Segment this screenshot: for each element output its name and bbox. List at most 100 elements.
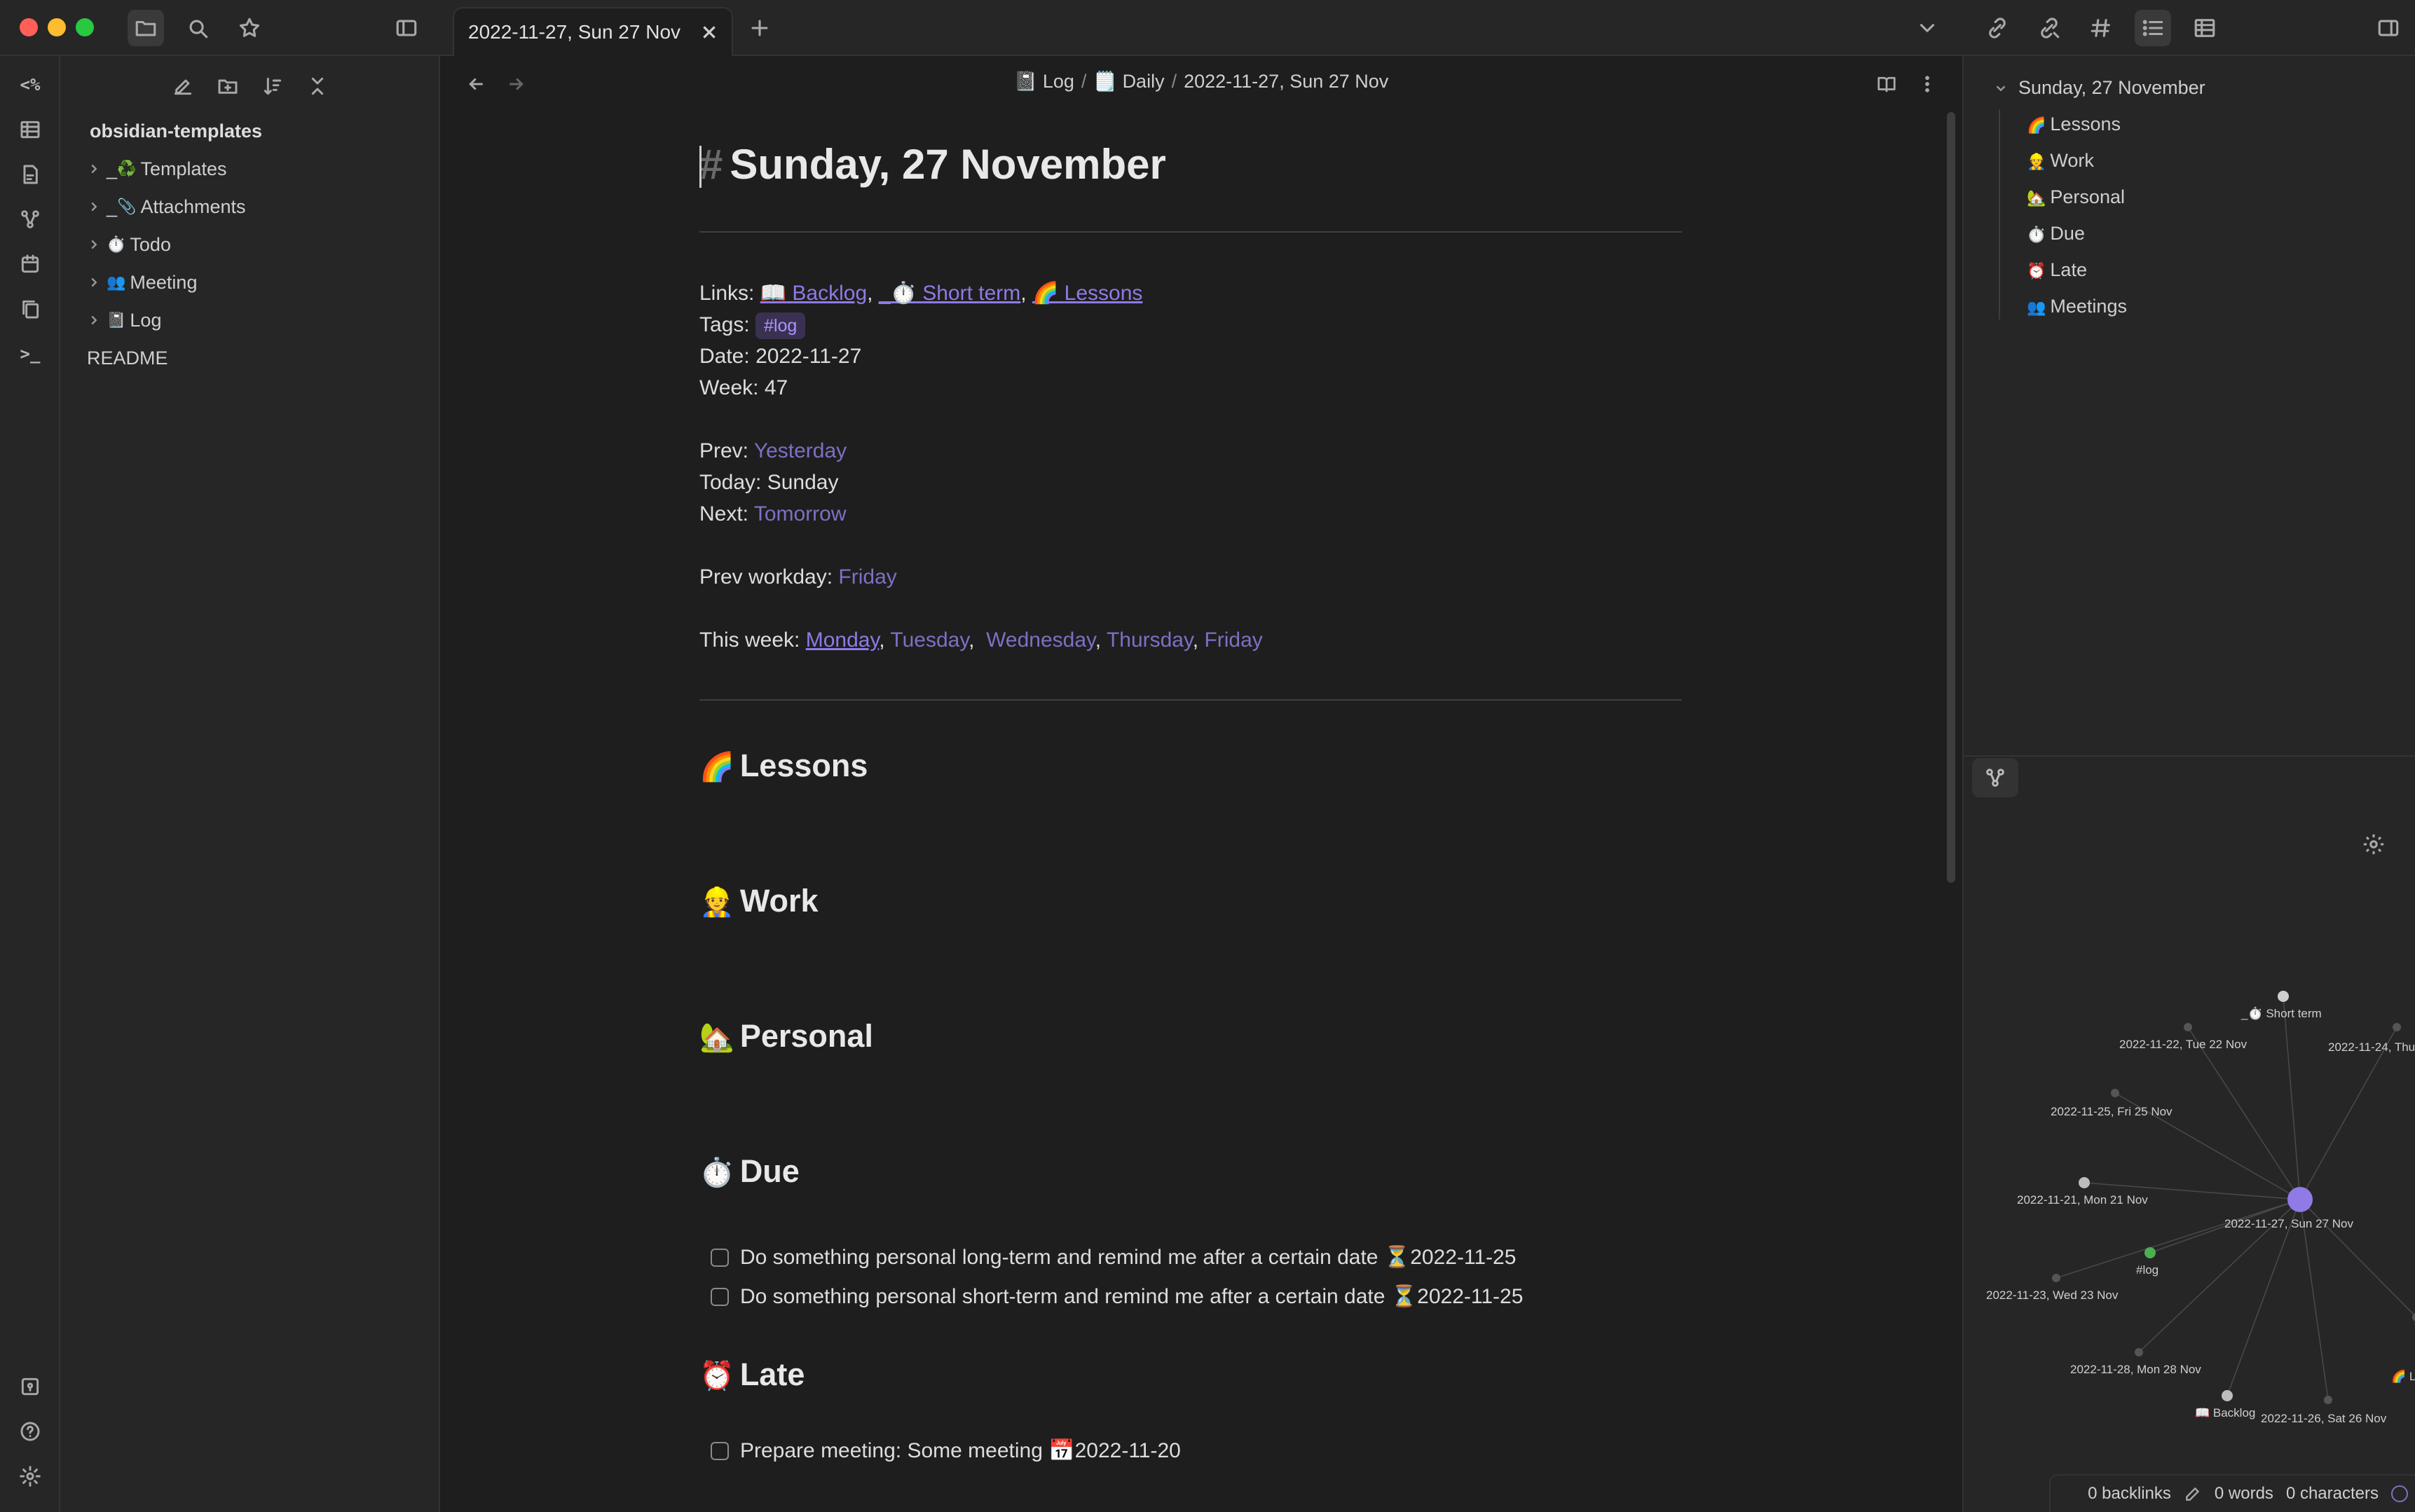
folder-todo[interactable]: ⏱️ Todo bbox=[81, 227, 418, 262]
link-friday[interactable]: Friday bbox=[1204, 628, 1262, 652]
editor-scrollbar[interactable] bbox=[1947, 112, 1955, 883]
toggle-right-sidebar-icon[interactable] bbox=[2370, 10, 2407, 46]
link-short-term[interactable]: _⏱️ Short term bbox=[879, 282, 1020, 305]
new-note-icon[interactable] bbox=[165, 69, 200, 104]
outgoing-links-icon[interactable] bbox=[2031, 10, 2067, 46]
database-table-icon[interactable] bbox=[13, 112, 48, 147]
graph-tag-node[interactable] bbox=[2144, 1247, 2156, 1258]
link-backlog[interactable]: 📖 Backlog bbox=[760, 282, 867, 305]
file-label: README bbox=[87, 347, 168, 369]
new-folder-icon[interactable] bbox=[210, 69, 245, 104]
file-readme[interactable]: README bbox=[81, 341, 418, 376]
minimize-window-button[interactable] bbox=[48, 18, 66, 36]
collapse-all-icon[interactable] bbox=[300, 69, 335, 104]
close-window-button[interactable] bbox=[20, 18, 38, 36]
backlinks-icon[interactable] bbox=[1979, 10, 2016, 46]
this-week-label: This week: bbox=[699, 628, 800, 652]
sync-status-icon[interactable] bbox=[2391, 1485, 2408, 1502]
tag-log[interactable]: #log bbox=[755, 312, 806, 339]
table-icon[interactable] bbox=[2187, 10, 2223, 46]
toggle-left-sidebar-icon[interactable] bbox=[388, 10, 425, 46]
graph-canvas[interactable]: _⏱️ Short term 2022-11-22, Tue 22 Nov 20… bbox=[1964, 869, 2415, 1443]
calendar-icon: 📅 bbox=[1048, 1439, 1075, 1462]
note-title: # Sunday, 27 November bbox=[699, 126, 1682, 203]
folder-templates[interactable]: _ ♻️ Templates bbox=[81, 151, 418, 186]
graph-node[interactable] bbox=[2111, 1089, 2119, 1097]
breadcrumb-current[interactable]: 2022-11-27, Sun 27 Nov bbox=[1184, 71, 1388, 92]
link-prev-workday[interactable]: Friday bbox=[838, 565, 896, 589]
graph-node[interactable] bbox=[2412, 1313, 2415, 1321]
bookmark-star-icon[interactable] bbox=[231, 10, 268, 46]
link-lessons[interactable]: 🌈 Lessons bbox=[1032, 282, 1142, 305]
outline-item-late[interactable]: ⏰ Late bbox=[2027, 259, 2087, 281]
reading-view-book-icon[interactable] bbox=[1870, 67, 1903, 101]
note-content[interactable]: # Sunday, 27 November Links: 📖 Backlog, _… bbox=[699, 126, 1682, 1471]
breadcrumb-daily[interactable]: 🗒️ Daily bbox=[1093, 71, 1164, 92]
search-icon[interactable] bbox=[179, 10, 216, 46]
calendar-icon[interactable] bbox=[13, 247, 48, 282]
backlinks-count[interactable]: 0 backlinks bbox=[2088, 1484, 2171, 1504]
chevron-down-icon bbox=[1996, 85, 2006, 91]
graph-node[interactable] bbox=[2278, 991, 2289, 1002]
folder-log[interactable]: 📓 Log bbox=[81, 303, 418, 338]
text-cursor bbox=[699, 146, 702, 188]
today-line: Today: Sunday bbox=[699, 467, 1682, 498]
folder-meeting[interactable]: 👥 Meeting bbox=[81, 265, 418, 300]
prev-workday-line: Prev workday: Friday bbox=[699, 561, 1682, 593]
pane-divider[interactable] bbox=[1964, 755, 2415, 757]
outline-heading[interactable]: Sunday, 27 November bbox=[1993, 77, 2205, 99]
settings-gear-icon[interactable] bbox=[13, 1459, 48, 1494]
tags-hash-icon[interactable] bbox=[2083, 10, 2119, 46]
link-yesterday[interactable]: Yesterday bbox=[754, 439, 847, 462]
tags-line: Tags: #log bbox=[699, 309, 1682, 341]
outline-item-lessons[interactable]: 🌈 Lessons bbox=[2027, 114, 2121, 135]
task-checkbox[interactable] bbox=[711, 1249, 729, 1267]
prev-workday-label: Prev workday: bbox=[699, 565, 833, 589]
files-icon[interactable] bbox=[128, 10, 164, 46]
copy-pages-icon[interactable] bbox=[13, 291, 48, 327]
breadcrumb-log[interactable]: 📓 Log bbox=[1014, 71, 1074, 92]
outline-list-icon[interactable] bbox=[2135, 10, 2171, 46]
graph-node[interactable] bbox=[2393, 1023, 2401, 1031]
outline-item-meetings[interactable]: 👥 Meetings bbox=[2027, 296, 2127, 317]
outline-item-due[interactable]: ⏱️ Due bbox=[2027, 223, 2085, 245]
graph-node[interactable] bbox=[2222, 1390, 2233, 1401]
link-wednesday[interactable]: Wednesday bbox=[986, 628, 1095, 652]
graph-node[interactable] bbox=[2184, 1023, 2192, 1031]
outline-item-personal[interactable]: 🏡 Personal bbox=[2027, 186, 2125, 208]
terminal-icon[interactable]: >_ bbox=[13, 336, 48, 371]
local-graph-tab-icon[interactable] bbox=[1972, 758, 2018, 797]
help-icon[interactable] bbox=[13, 1414, 48, 1449]
graph-node[interactable] bbox=[2324, 1396, 2332, 1404]
task-checkbox[interactable] bbox=[711, 1442, 729, 1460]
local-graph[interactable]: _⏱️ Short term 2022-11-22, Tue 22 Nov 20… bbox=[1964, 869, 2415, 1443]
graph-node[interactable] bbox=[2052, 1274, 2060, 1282]
graph-settings-gear-icon[interactable] bbox=[2356, 827, 2391, 862]
vault-name[interactable]: obsidian-templates bbox=[90, 121, 262, 142]
folder-attachments[interactable]: _ 📎 Attachments bbox=[81, 189, 418, 224]
graph-current-node[interactable] bbox=[2287, 1187, 2313, 1212]
task-checkbox[interactable] bbox=[711, 1288, 729, 1306]
outline-item-work[interactable]: 👷 Work bbox=[2027, 150, 2094, 172]
vault-switcher-icon[interactable] bbox=[13, 1369, 48, 1404]
edit-pencil-icon[interactable] bbox=[2184, 1485, 2202, 1503]
close-tab-icon[interactable] bbox=[695, 18, 723, 46]
sort-icon[interactable] bbox=[255, 69, 290, 104]
link-thursday[interactable]: Thursday bbox=[1107, 628, 1193, 652]
new-tab-icon[interactable] bbox=[741, 10, 778, 46]
link-tuesday[interactable]: Tuesday bbox=[890, 628, 969, 652]
templater-icon[interactable]: <% bbox=[13, 67, 48, 102]
tab-list-chevron-icon[interactable] bbox=[1909, 10, 1945, 46]
notebook-icon: 📓 bbox=[107, 311, 126, 329]
link-monday[interactable]: Monday bbox=[806, 628, 880, 652]
graph-view-icon[interactable] bbox=[13, 202, 48, 237]
open-daily-note-icon[interactable] bbox=[13, 157, 48, 192]
note-tab[interactable]: 2022-11-27, Sun 27 Nov bbox=[453, 7, 733, 56]
stopwatch-icon: ⏱️ bbox=[890, 282, 917, 305]
link-tomorrow[interactable]: Tomorrow bbox=[754, 502, 847, 525]
more-options-icon[interactable] bbox=[1910, 67, 1944, 101]
zoom-window-button[interactable] bbox=[76, 18, 94, 36]
graph-node[interactable] bbox=[2135, 1348, 2143, 1356]
graph-node[interactable] bbox=[2079, 1177, 2090, 1188]
graph-node-label: 2022-11-25, Fri 25 Nov bbox=[2051, 1105, 2173, 1118]
